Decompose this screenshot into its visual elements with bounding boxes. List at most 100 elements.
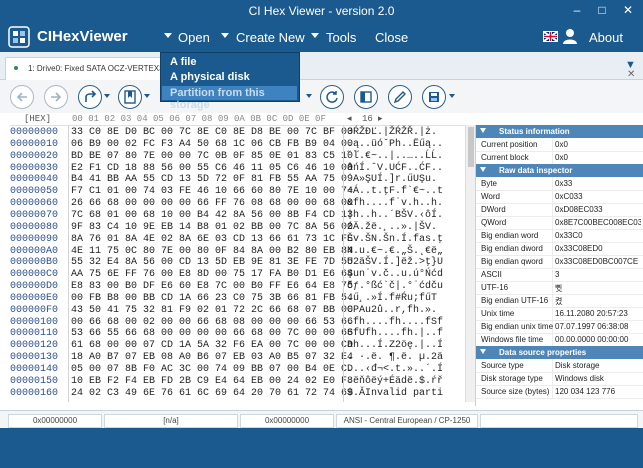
columns-button[interactable]: [354, 85, 378, 109]
row-hex-bytes[interactable]: 26 66 68 00 00 00 00 66 FF 76 08 68 00 0…: [71, 198, 353, 209]
section-title: Raw data inspector: [499, 166, 573, 175]
collapse-arrow-icon[interactable]: [480, 167, 486, 172]
row-hex-bytes[interactable]: E8 83 00 B0 DF E6 60 E8 7C 00 B0 FF E6 6…: [71, 281, 353, 292]
status-encoding[interactable]: ANSI - Central European / CP-1250: [336, 414, 478, 428]
row-offset: 00000030: [10, 162, 59, 174]
menu-tools[interactable]: Tools: [326, 30, 356, 45]
hex-view[interactable]: 00000000 33 C0 8E D0 BC 00 7C 8E C0 8E D8…: [10, 125, 475, 402]
page-prev-icon[interactable]: ◂: [347, 114, 352, 124]
chevron-down-icon[interactable]: [104, 94, 110, 98]
dropdown-item-file[interactable]: A file: [170, 56, 197, 68]
row-offset: 00000130: [10, 352, 59, 364]
row-text[interactable]: CPAu2ů..r,fh.».: [347, 305, 437, 316]
user-icon[interactable]: [563, 28, 577, 44]
property-key: Big endian UTF-16: [481, 296, 549, 305]
language-flag-icon[interactable]: [543, 31, 558, 42]
row-text[interactable]: N.u.€~.€.„Š.˛€ë„: [347, 246, 443, 257]
row-text[interactable]: $.ĂInvalid parti: [347, 388, 443, 399]
row-offset: 00000090: [10, 233, 59, 245]
row-text[interactable]: źÄ.žë.¸..».|ŠV.: [347, 222, 437, 233]
property-value: 0x33C0: [555, 231, 583, 240]
row-hex-bytes[interactable]: 10 EB F2 F4 EB FD 2B C9 E4 64 EB 00 24 0…: [71, 376, 353, 387]
chevron-down-icon[interactable]: [449, 94, 455, 98]
row-hex-bytes[interactable]: 9F 83 C4 10 9E EB 14 B8 01 02 BB 00 7C 8…: [71, 222, 353, 233]
row-text[interactable]: ÷Á..t.ţF.f`€~..t: [347, 186, 443, 197]
row-text[interactable]: .ëňôëý+Éädë.$.ŕř: [347, 376, 443, 387]
refresh-button[interactable]: [320, 85, 344, 109]
row-text[interactable]: . ·.ë. ¶.ë. µ.2ä: [347, 352, 443, 363]
goto-button[interactable]: [78, 85, 102, 109]
row-text[interactable]: &fh....f˙v.h..h.: [347, 198, 443, 209]
row-hex-bytes[interactable]: 18 A0 B7 07 EB 08 A0 B6 07 EB 03 A0 B5 0…: [71, 352, 353, 363]
row-hex-bytes[interactable]: 05 00 07 8B F0 AC 3C 00 74 09 BB 07 00 B…: [71, 364, 353, 375]
row-text[interactable]: čƒ.°ßć`č|.°˙ćdču: [347, 281, 443, 292]
row-hex-bytes[interactable]: 43 50 41 75 32 81 F9 02 01 72 2C 66 68 0…: [71, 305, 353, 316]
row-text[interactable]: |h..h..´BŠV.‹ôÍ.: [347, 210, 443, 221]
row-hex-bytes[interactable]: 55 32 E4 8A 56 00 CD 13 5D EB 9E 81 3E F…: [71, 257, 353, 268]
row-text[interactable]: Šv.ŠN.Šn.Í.fas.ţ: [347, 234, 443, 245]
row-hex-bytes[interactable]: 33 C0 8E D0 BC 00 7C 8E C0 8E D8 BE 00 7…: [71, 127, 353, 138]
row-hex-bytes[interactable]: 00 66 68 00 02 00 00 66 68 08 00 00 00 6…: [71, 317, 353, 328]
scrollbar-thumb[interactable]: [468, 127, 474, 167]
row-text[interactable]: ˝ľ.€~..|..…..ĹĹ.: [347, 151, 443, 162]
row-hex-bytes[interactable]: B4 41 BB AA 55 CD 13 5D 72 0F 81 FB 55 A…: [71, 174, 353, 185]
property-key: Unix time: [481, 309, 515, 318]
row-text[interactable]: .ű¸.»Í.f#Ŕu;fűT: [347, 293, 437, 304]
row-hex-bytes[interactable]: 61 68 00 00 07 CD 1A 5A 32 F6 EA 00 7C 0…: [71, 340, 353, 351]
row-text[interactable]: ah...Í.Z2öę.|..Í: [347, 340, 443, 351]
row-hex-bytes[interactable]: 24 02 C3 49 6E 76 61 6C 69 64 20 70 61 7…: [71, 388, 353, 399]
section-status[interactable]: Status information: [476, 125, 643, 138]
row-text[interactable]: ´A»ŞUÍ.]r.űUŞu.: [347, 174, 437, 185]
window-close-button[interactable]: ✕: [616, 0, 640, 20]
row-text[interactable]: 3ŔŽĐĽ.|ŽŔŽŘ.|ż.: [347, 127, 437, 138]
row-text[interactable]: SfUfh....fh.|..f: [347, 328, 443, 339]
row-text[interactable]: .ą..üóˇPh..Ëűą..: [347, 139, 443, 150]
row-text[interactable]: U2äŠV.Í.]ëž.>ţ}U: [347, 257, 443, 268]
minimize-button[interactable]: –: [565, 0, 589, 20]
collapse-arrow-icon[interactable]: [480, 349, 486, 354]
row-hex-bytes[interactable]: 06 B9 00 02 FC F3 A4 50 68 1C 06 CB FB B…: [71, 139, 353, 150]
chevron-down-icon[interactable]: [144, 94, 150, 98]
row-hex-bytes[interactable]: 7C 68 01 00 68 10 00 B4 42 8A 56 00 8B F…: [71, 210, 353, 221]
row-hex-bytes[interactable]: AA 75 6E FF 76 00 E8 8D 00 75 17 FA B0 D…: [71, 269, 353, 280]
tab-close-icon[interactable]: ✕: [627, 69, 635, 80]
row-hex-bytes[interactable]: 4E 11 75 0C 80 7E 00 80 0F 84 8A 00 B2 8…: [71, 246, 353, 257]
back-button[interactable]: [10, 85, 34, 109]
row-hex-bytes[interactable]: 53 66 55 66 68 00 00 00 00 66 68 00 7C 0…: [71, 328, 353, 339]
forward-button[interactable]: [44, 85, 68, 109]
row-text[interactable]: Şun˙v.č..u.ú°Ńćd: [347, 269, 443, 280]
property-key: Big endian qword: [481, 257, 543, 266]
column-header: 00 01 02 03 04 05 06 07 08 09 0A 0B 0C 0…: [72, 114, 326, 124]
chevron-down-icon[interactable]: [306, 94, 312, 98]
dropdown-item-partition[interactable]: Partition from this storage: [170, 87, 299, 111]
menu-create-new[interactable]: Create New: [236, 30, 305, 45]
section-source[interactable]: Data source properties: [476, 346, 643, 359]
menu-close[interactable]: Close: [375, 30, 408, 45]
collapse-arrow-icon[interactable]: [480, 128, 486, 133]
row-hex-bytes[interactable]: 8A 76 01 8A 4E 02 8A 6E 03 CD 13 66 61 7…: [71, 234, 353, 245]
property-divider: [552, 333, 553, 346]
row-offset: 000000F0: [10, 304, 59, 316]
row-offset: 00000160: [10, 387, 59, 399]
edit-button[interactable]: [388, 85, 412, 109]
menu-about[interactable]: About: [589, 30, 623, 45]
section-title: Data source properties: [499, 348, 587, 357]
row-text[interactable]: ...‹đ¬<.t.»..´.Í: [347, 364, 443, 375]
page-next-icon[interactable]: ▸: [378, 114, 383, 124]
menu-open[interactable]: Open: [178, 30, 210, 45]
row-hex-bytes[interactable]: F7 C1 01 00 74 03 FE 46 10 66 60 80 7E 1…: [71, 186, 353, 197]
bookmark-button[interactable]: [118, 85, 142, 109]
property-row: Word 0xC033: [476, 190, 643, 204]
dropdown-item-physical-disk[interactable]: A physical disk: [170, 71, 250, 83]
property-row: Windows file time 00.00.0000 00:00:00: [476, 333, 643, 347]
tab-bar: 1: Drive0: Fixed SATA OCZ-VERTEX3 M: [0, 52, 643, 80]
row-hex-bytes[interactable]: 00 FB B8 00 BB CD 1A 66 23 C0 75 3B 66 8…: [71, 293, 353, 304]
row-text[interactable]: .fh....fh....fSf: [347, 317, 443, 328]
row-text[interactable]: âńÍ.ˆV.UĆF..ĆF..: [347, 163, 443, 174]
maximize-button[interactable]: □: [590, 0, 614, 20]
property-key: Big endian unix time: [481, 322, 554, 331]
row-hex-bytes[interactable]: BD BE 07 80 7E 00 00 7C 0B 0F 85 0E 01 8…: [71, 151, 353, 162]
save-button[interactable]: [422, 85, 446, 109]
section-inspector[interactable]: Raw data inspector: [476, 164, 643, 177]
row-hex-bytes[interactable]: E2 F1 CD 18 88 56 00 55 C6 46 11 05 C6 4…: [71, 163, 353, 174]
